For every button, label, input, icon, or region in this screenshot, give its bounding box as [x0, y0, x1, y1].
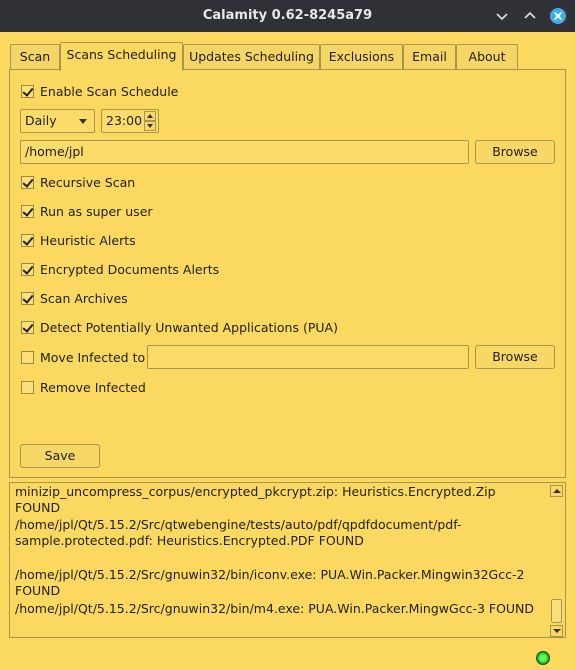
tab-scan[interactable]: Scan	[10, 44, 60, 70]
checkbox-label: Encrypted Documents Alerts	[40, 261, 220, 277]
spin-down-icon[interactable]	[144, 121, 156, 131]
checkbox-label: Heuristic Alerts	[40, 232, 136, 248]
chevron-down-icon	[496, 13, 508, 21]
detect-pua-checkbox[interactable]: Detect Potentially Unwanted Applications…	[21, 318, 338, 336]
chevron-up-icon	[524, 11, 536, 19]
scroll-thumb[interactable]	[551, 599, 562, 623]
tab-about[interactable]: About	[456, 44, 518, 70]
log-line: /home/jpl/Qt/5.15.2/Src/gnuwin32/bin/m4.…	[15, 601, 535, 616]
checkbox-box[interactable]	[21, 350, 34, 364]
checkbox-box[interactable]	[21, 380, 34, 394]
checkbox-box[interactable]	[21, 84, 34, 98]
run-as-super-user-checkbox[interactable]: Run as super user	[21, 202, 153, 220]
scans-scheduling-panel: Enable Scan Schedule Daily 23:00 /home/j…	[9, 69, 566, 478]
close-button[interactable]	[549, 7, 567, 25]
status-led-icon	[536, 651, 550, 665]
window-title: Calamity 0.62-8245a79	[202, 8, 373, 23]
checkbox-box[interactable]	[21, 320, 34, 334]
checkbox-box[interactable]	[21, 262, 34, 276]
minimize-button[interactable]	[493, 7, 511, 25]
spin-up-icon[interactable]	[144, 111, 156, 121]
recursive-scan-checkbox[interactable]: Recursive Scan	[21, 173, 135, 191]
tab-exclusions[interactable]: Exclusions	[320, 44, 403, 70]
move-infected-browse-button[interactable]: Browse	[475, 345, 555, 369]
chevron-down-icon	[79, 119, 87, 124]
checkbox-label: Run as super user	[40, 203, 153, 219]
heuristic-alerts-checkbox[interactable]: Heuristic Alerts	[21, 231, 136, 249]
log-line: /home/jpl/Qt/5.15.2/Src/qtwebengine/test…	[15, 517, 462, 548]
scan-log[interactable]: minizip_uncompress_corpus/encrypted_pkcr…	[9, 482, 566, 638]
checkbox-label: Recursive Scan	[40, 174, 136, 190]
tab-email[interactable]: Email	[403, 44, 456, 70]
frequency-value: Daily	[25, 113, 57, 128]
checkbox-box[interactable]	[21, 233, 34, 247]
time-value: 23:00	[106, 113, 143, 128]
encrypted-documents-alerts-checkbox[interactable]: Encrypted Documents Alerts	[21, 260, 219, 278]
checkbox-label: Remove Infected	[40, 379, 146, 395]
checkbox-label: Move Infected to	[40, 349, 146, 365]
scroll-down-icon[interactable]	[550, 625, 563, 637]
save-button[interactable]: Save	[20, 444, 100, 468]
scroll-up-icon[interactable]	[550, 485, 563, 497]
checkbox-box[interactable]	[21, 175, 34, 189]
close-icon	[550, 8, 566, 24]
remove-infected-checkbox[interactable]: Remove Infected	[21, 378, 146, 396]
checkbox-box[interactable]	[21, 291, 34, 305]
checkbox-label: Enable Scan Schedule	[40, 83, 179, 99]
log-scrollbar[interactable]	[550, 485, 563, 637]
tab-updates-scheduling[interactable]: Updates Scheduling	[183, 44, 320, 70]
tab-scans-scheduling[interactable]: Scans Scheduling	[60, 42, 183, 71]
checkbox-label: Scan Archives	[40, 290, 128, 306]
window-titlebar: Calamity 0.62-8245a79	[0, 0, 575, 32]
scan-path-input[interactable]: /home/jpl	[20, 140, 469, 164]
move-infected-checkbox[interactable]: Move Infected to	[21, 348, 145, 366]
log-line: /home/jpl/Qt/5.15.2/Src/gnuwin32/bin/ico…	[15, 567, 529, 598]
maximize-button[interactable]	[521, 7, 539, 25]
scan-path-value: /home/jpl	[25, 144, 84, 159]
log-line: minizip_uncompress_corpus/encrypted_pkcr…	[15, 484, 500, 515]
scan-archives-checkbox[interactable]: Scan Archives	[21, 289, 128, 307]
frequency-select[interactable]: Daily	[20, 109, 95, 133]
browse-button[interactable]: Browse	[475, 140, 555, 164]
checkbox-box[interactable]	[21, 204, 34, 218]
move-infected-path-input[interactable]	[147, 345, 469, 369]
checkbox-label: Detect Potentially Unwanted Applications…	[40, 319, 338, 335]
time-spinbox[interactable]: 23:00	[101, 109, 159, 133]
enable-scan-schedule-checkbox[interactable]: Enable Scan Schedule	[21, 82, 178, 100]
